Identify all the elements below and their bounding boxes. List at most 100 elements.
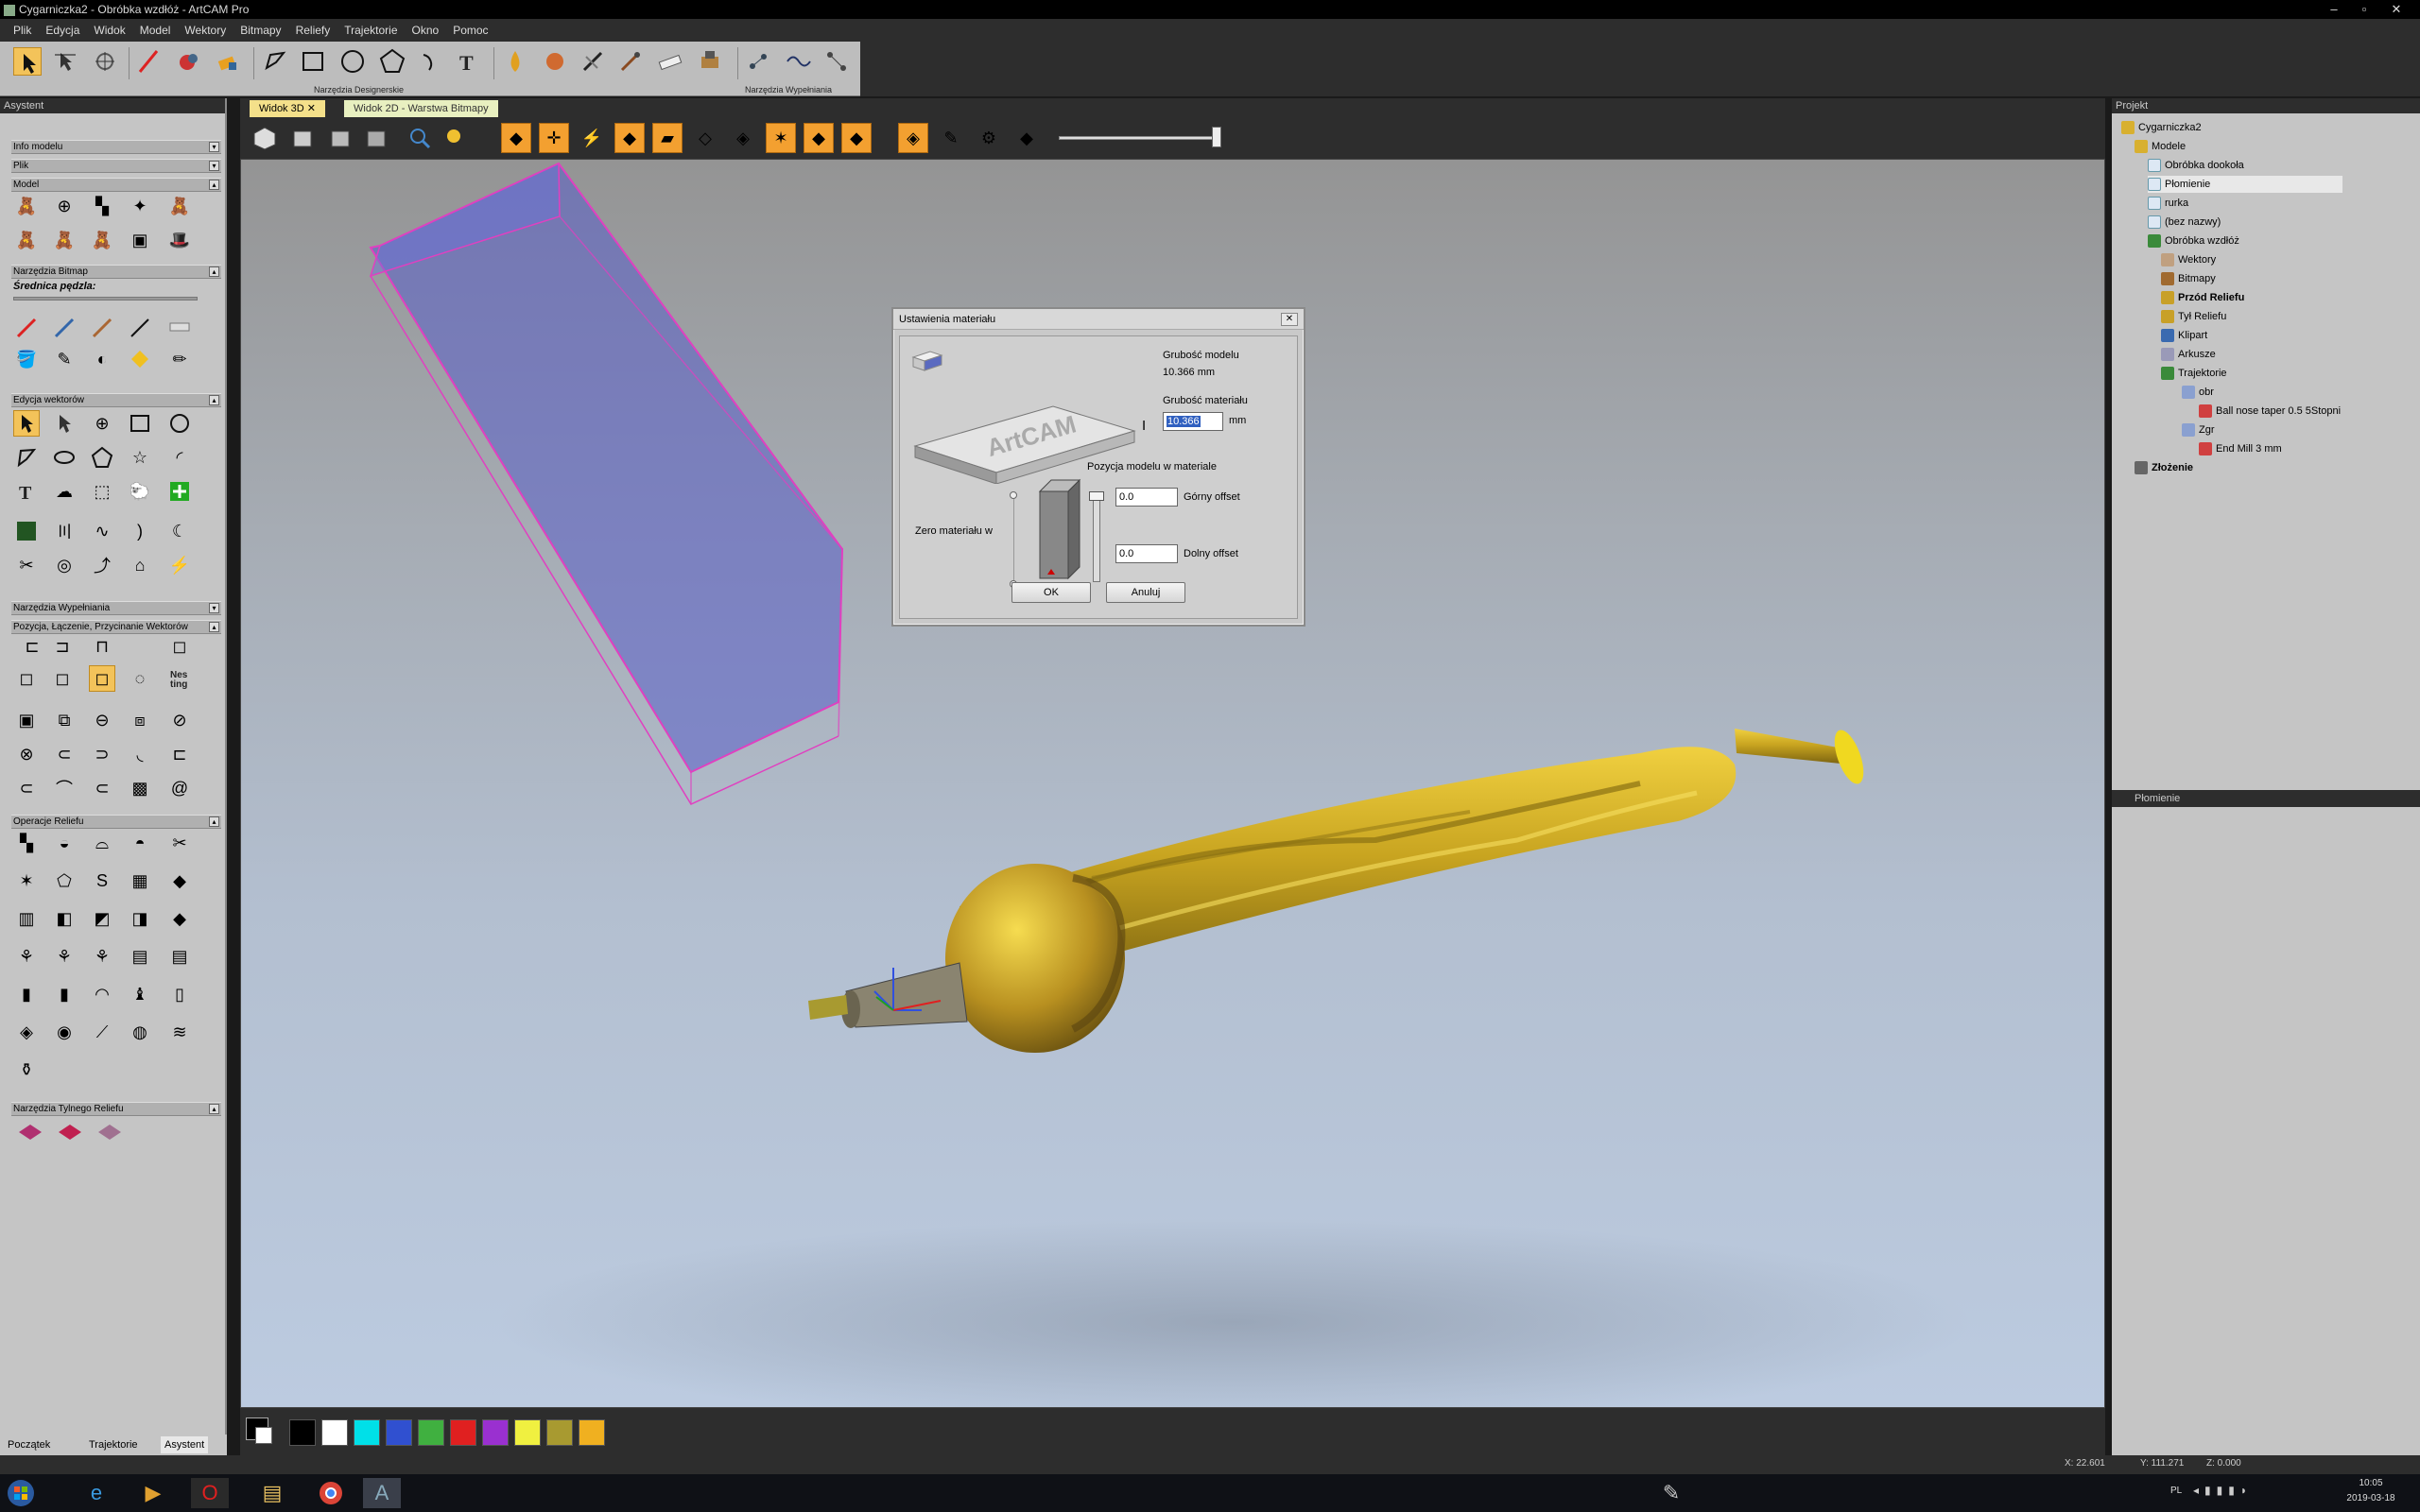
color-swatch-olive[interactable] [546, 1419, 573, 1446]
relief-offset-icon[interactable]: ◆ [166, 905, 193, 932]
back-relief-3-icon[interactable] [96, 1121, 123, 1147]
pin-icon[interactable]: ▴ [209, 622, 219, 632]
relief-scale-icon[interactable]: ⚘ [13, 943, 40, 970]
opera-icon[interactable]: O [191, 1478, 229, 1508]
pin-icon[interactable]: ▾ [209, 603, 219, 613]
file-explorer-icon[interactable]: ▤ [253, 1478, 291, 1508]
section-pozycja[interactable]: Pozycja, Łączenie, Przycinanie Wektorów ▴ [11, 620, 221, 634]
relief-dish-icon[interactable]: ◠ [89, 981, 115, 1007]
pen-tool-icon[interactable] [134, 47, 163, 76]
node-fill-icon[interactable] [822, 47, 851, 76]
color-swatch-blue[interactable] [386, 1419, 412, 1446]
model-import-icon[interactable]: 🧸 [166, 193, 193, 219]
smooth-vector-icon[interactable]: ⌒ [51, 775, 78, 801]
model-hat-icon[interactable]: 🎩 [166, 227, 193, 253]
language-indicator[interactable]: PL [2170, 1486, 2182, 1496]
settings-view-icon[interactable]: ⚙ [974, 123, 1004, 153]
relief-dome-icon[interactable]: ◓ [127, 830, 153, 856]
tree-ball-nose[interactable]: Ball nose taper 0.5 5Stopni [2199, 403, 2341, 420]
line-icon[interactable] [127, 314, 153, 340]
brush-view-icon[interactable]: ✎ [936, 123, 966, 153]
diamond-icon[interactable] [127, 346, 153, 372]
vector-polygon-icon[interactable] [89, 444, 115, 471]
center-page-icon[interactable]: ◻ [49, 665, 76, 692]
color-swatch-yellow[interactable] [514, 1419, 541, 1446]
relief-pillar-icon[interactable]: ▯ [166, 981, 193, 1007]
fill-network-icon[interactable] [745, 47, 773, 76]
relief-wrap-icon[interactable]: ◩ [89, 905, 115, 932]
color-picker-icon[interactable]: ✎ [51, 346, 78, 372]
render-view-icon[interactable]: ◈ [898, 123, 928, 153]
menu-trajektorie[interactable]: Trajektorie [344, 24, 397, 37]
front-view-icon[interactable] [287, 123, 318, 153]
vector-select-icon[interactable] [13, 410, 40, 437]
relief-height-icon[interactable]: ▮ [51, 981, 78, 1007]
circle-tool-icon[interactable] [338, 47, 367, 76]
relief-shape-icon[interactable]: ◒ [51, 830, 78, 856]
menu-widok[interactable]: Widok [94, 24, 125, 37]
section-edycja-wektorow[interactable]: Edycja wektorów ▴ [11, 393, 221, 407]
circle-dots-icon[interactable]: ◌ [127, 665, 153, 692]
tab-widok-2d[interactable]: Widok 2D - Warstwa Bitmapy [344, 100, 498, 117]
smooth-tool-icon[interactable] [656, 47, 684, 76]
material-view-icon[interactable]: ▰ [652, 123, 683, 153]
close-button[interactable]: ✕ [2382, 0, 2411, 19]
fill-tool-icon[interactable] [174, 47, 202, 76]
trim-vector-icon[interactable]: ⊂ [89, 775, 115, 801]
vector-ellipse-icon[interactable] [51, 444, 78, 471]
close-tab-icon[interactable]: ✕ [307, 103, 316, 114]
weld-icon[interactable]: ▣ [13, 707, 40, 733]
nesting-icon[interactable]: Nes ting [166, 665, 193, 692]
top-view-icon[interactable] [361, 123, 391, 153]
relief-merge-icon[interactable]: ▚ [13, 830, 40, 856]
rectangle-tool-icon[interactable] [299, 47, 327, 76]
model-origin-icon[interactable]: ✦ [127, 193, 153, 219]
relief-sweep-icon[interactable]: ⌓ [89, 830, 115, 856]
polygon-tool-icon[interactable] [378, 47, 406, 76]
model-reset-icon[interactable]: ⊕ [51, 193, 78, 219]
section-narzedzia-wypelniania[interactable]: Narzędzia Wypełniania ▾ [11, 601, 221, 615]
tree-bez-nazwy[interactable]: (bez nazwy) [2148, 214, 2221, 231]
vector-ring-icon[interactable]: ◎ [51, 552, 78, 578]
tab-poczatek[interactable]: Początek [4, 1436, 54, 1453]
relief-export-icon[interactable]: ▤ [166, 943, 193, 970]
tree-obrobka-dookola[interactable]: Obróbka dookoła [2148, 157, 2244, 174]
drop-tool-icon[interactable] [501, 47, 529, 76]
vector-cut-icon[interactable]: ✂ [13, 552, 40, 578]
vector-node-icon[interactable] [51, 410, 78, 437]
tree-cygarniczka2[interactable]: Cygarniczka2 [2121, 119, 2202, 136]
tree-przod-reliefu[interactable]: Przód Reliefu [2161, 289, 2244, 306]
relief-extrude-icon[interactable]: ⬠ [51, 868, 78, 894]
menu-plik[interactable]: Plik [13, 24, 31, 37]
section-plik[interactable]: Plik ▾ [11, 159, 221, 173]
model-bear3-icon[interactable]: 🧸 [89, 227, 115, 253]
node-edit-tool-icon[interactable] [51, 47, 79, 76]
section-operacje-reliefu[interactable]: Operacje Reliefu ▴ [11, 815, 221, 829]
pin-icon[interactable]: ▴ [209, 1104, 219, 1114]
text-tool-icon[interactable]: T [454, 47, 482, 76]
pin-icon[interactable]: ▴ [209, 180, 219, 190]
model-size-icon[interactable]: 🧸 [13, 193, 40, 219]
tree-tyl-reliefu[interactable]: Tył Reliefu [2161, 308, 2226, 325]
dialog-close-button[interactable]: ✕ [1281, 313, 1298, 326]
vector-transform-icon[interactable]: ⊕ [89, 410, 115, 437]
vector-polyline-icon[interactable] [13, 444, 40, 471]
light-icon[interactable] [439, 123, 469, 153]
transform-tool-icon[interactable] [91, 47, 119, 76]
offset-slider-track[interactable] [1093, 491, 1100, 582]
relief-blend-icon[interactable]: ⚘ [51, 943, 78, 970]
menu-model[interactable]: Model [140, 24, 171, 37]
relief-cut-icon[interactable]: ✂ [166, 830, 193, 856]
hidden-view-icon[interactable]: ◇ [690, 123, 720, 153]
union-icon[interactable]: ⧉ [51, 707, 78, 733]
iso-view-icon[interactable] [250, 123, 280, 153]
top-offset-input[interactable]: 0.0 [1115, 488, 1178, 507]
section-info-modelu[interactable]: Info modelu ▾ [11, 140, 221, 154]
color-view-icon[interactable]: ◆ [1011, 123, 1042, 153]
relief-star-icon[interactable]: ✶ [13, 868, 40, 894]
model-grid-icon[interactable]: ▚ [89, 193, 115, 219]
extend-icon[interactable]: ⊏ [166, 741, 193, 767]
tab-widok-3d[interactable]: Widok 3D ✕ [250, 100, 325, 117]
color-swap-icon[interactable]: ◐ [89, 346, 115, 372]
wave-fill-icon[interactable] [785, 47, 813, 76]
